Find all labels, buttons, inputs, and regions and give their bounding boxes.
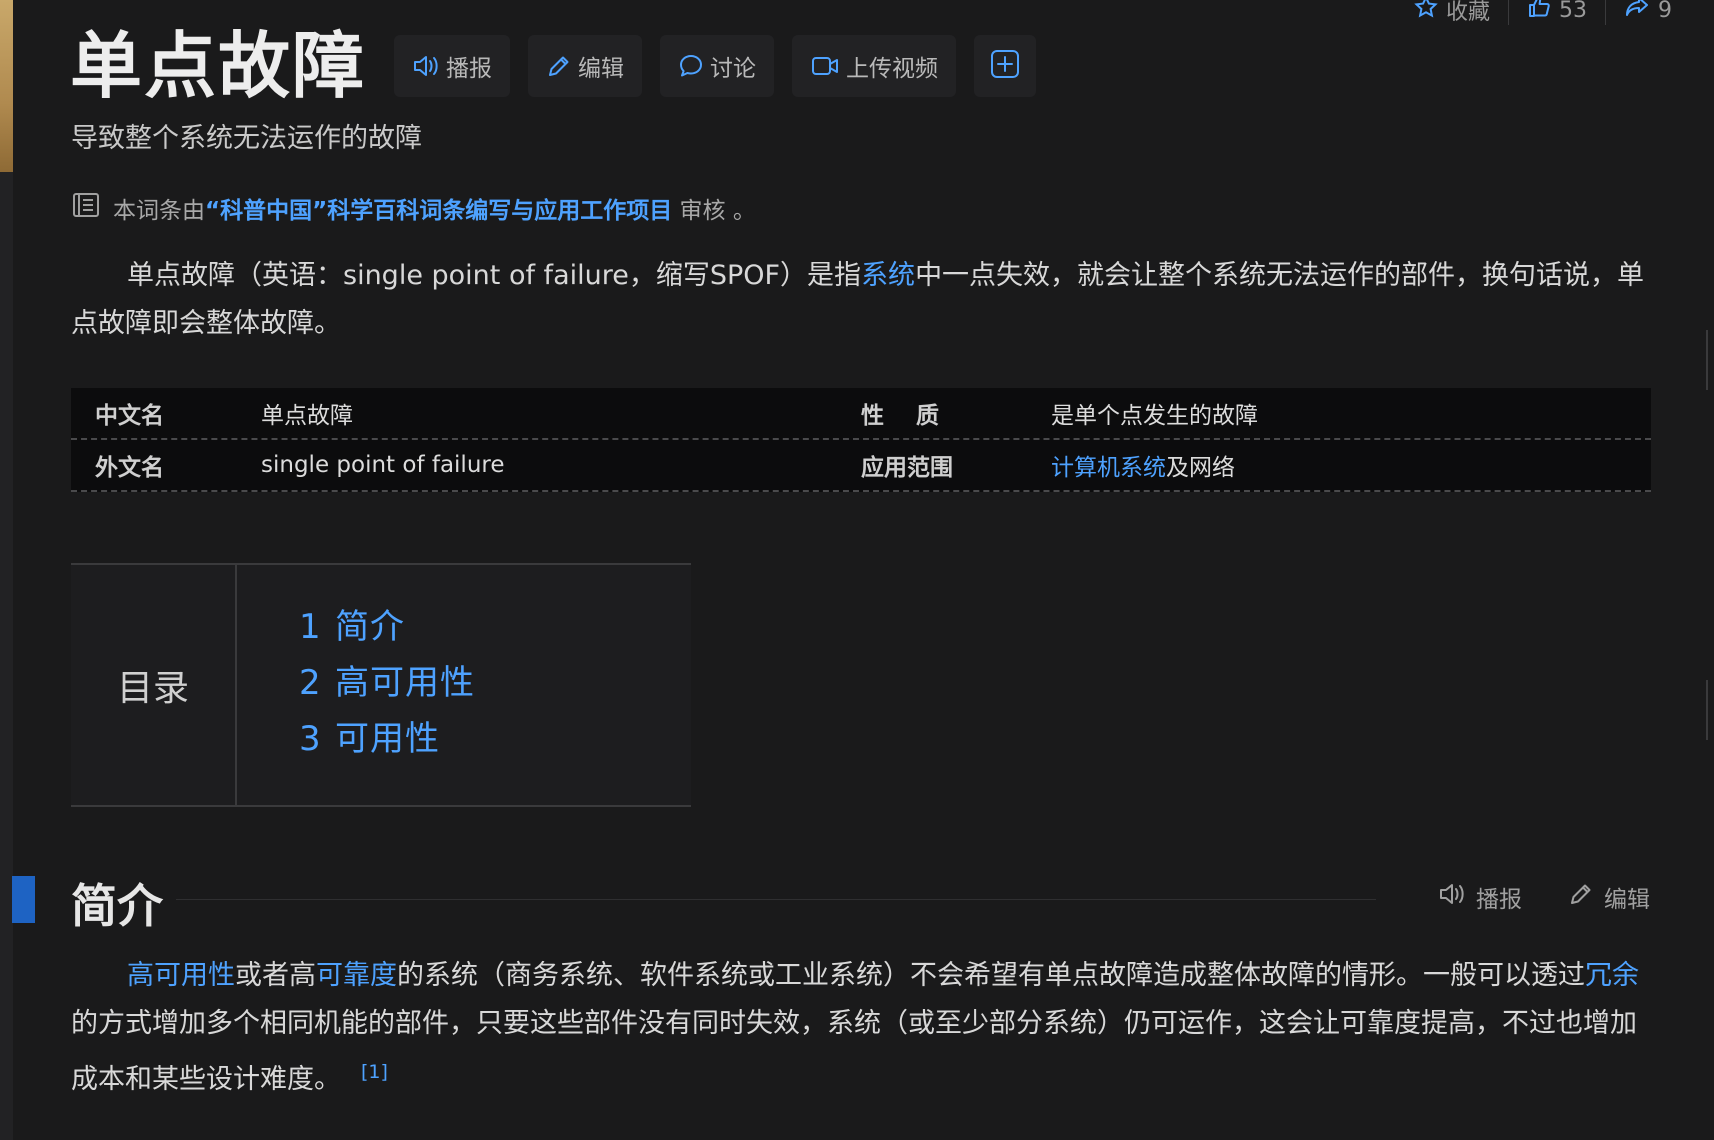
edge-marker [1706, 330, 1714, 390]
info-row: 外文名 single point of failure 应用范围 计算机系统及网… [71, 440, 1651, 492]
pencil-icon [1568, 881, 1594, 913]
right-edge-indicators [1706, 300, 1714, 1100]
intro-text-1: 单点故障（英语：single point of failure，缩写SPOF）是… [127, 260, 862, 291]
info-key: 中文名 [95, 403, 164, 429]
computer-system-link[interactable]: 计算机系统 [1051, 455, 1166, 481]
video-camera-icon [810, 53, 840, 79]
toc-item-title: 高可用性 [335, 663, 475, 703]
toc-item-number: 1 [299, 607, 322, 647]
link-reliability[interactable]: 可靠度 [316, 960, 397, 991]
reference-link[interactable]: [1] [361, 1061, 388, 1083]
link-high-availability[interactable]: 高可用性 [127, 960, 235, 991]
edit-label: 编辑 [578, 56, 625, 82]
intro-paragraph: 单点故障（英语：single point of failure，缩写SPOF）是… [71, 252, 1651, 348]
toc-item-availability[interactable]: 3 可用性 [299, 711, 475, 767]
info-value: 是单个点发生的故障 [1051, 403, 1258, 429]
share-arrow-icon [1624, 0, 1650, 25]
likes-count: 53 [1559, 0, 1587, 23]
info-value: 计算机系统及网络 [1051, 448, 1651, 482]
speaker-icon [1438, 881, 1466, 913]
plus-icon [990, 49, 1020, 83]
info-value: single point of failure [261, 452, 505, 478]
info-key: 外文名 [95, 455, 164, 481]
toc-item-title: 简介 [335, 607, 405, 647]
discuss-label: 讨论 [710, 56, 757, 82]
thumbs-up-icon [1527, 0, 1551, 25]
section-edit-button[interactable]: 编辑 [1568, 880, 1650, 914]
star-icon [1414, 0, 1438, 25]
favorite-label: 收藏 [1445, 0, 1490, 25]
section-tools: 播报 编辑 [1438, 880, 1650, 914]
add-button[interactable] [974, 35, 1037, 97]
discuss-button[interactable]: 讨论 [660, 35, 775, 97]
intro-link-system[interactable]: 系统 [861, 260, 915, 291]
section-marker [12, 876, 35, 923]
chat-bubble-icon [678, 53, 704, 79]
review-prefix: 本词条由 [113, 198, 205, 224]
toc-item-number: 2 [299, 663, 322, 703]
toc-item-intro[interactable]: 1 简介 [299, 599, 475, 655]
page-subtitle: 导致整个系统无法运作的故障 [71, 123, 422, 154]
upload-video-button[interactable]: 上传视频 [792, 35, 957, 97]
section-title: 简介 [71, 879, 163, 933]
speaker-icon [412, 53, 440, 79]
section-paragraph: 高可用性或者高可靠度的系统（商务系统、软件系统或工业系统）不会希望有单点故障造成… [71, 952, 1651, 1104]
review-suffix: 审核 。 [679, 198, 756, 224]
document-icon [71, 190, 101, 226]
info-key: 性 质 [861, 403, 940, 429]
info-value-rest: 及网络 [1166, 455, 1235, 481]
section-text-b: 的系统（商务系统、软件系统或工业系统）不会希望有单点故障造成整体故障的情形。一般… [397, 960, 1585, 991]
review-notice: 本词条由“科普中国”科学百科词条编写与应用工作项目 审核 。 [71, 190, 756, 226]
section-listen-label: 播报 [1476, 887, 1522, 913]
link-redundancy[interactable]: 冗余 [1585, 960, 1639, 991]
edge-marker [1706, 680, 1714, 740]
section-divider [176, 899, 1376, 900]
listen-button[interactable]: 播报 [394, 35, 511, 97]
left-sidebar-strip [0, 0, 13, 1140]
info-value: 单点故障 [261, 403, 353, 429]
info-key: 应用范围 [861, 455, 953, 481]
basic-info-table: 中文名 单点故障 性 质 是单个点发生的故障 外文名 single point … [71, 388, 1651, 492]
section-listen-button[interactable]: 播报 [1438, 880, 1522, 914]
toc-label: 目录 [71, 565, 237, 805]
toc-item-high-availability[interactable]: 2 高可用性 [299, 655, 475, 711]
listen-label: 播报 [446, 56, 493, 82]
page-title: 单点故障 [70, 24, 367, 108]
upload-video-label: 上传视频 [846, 56, 939, 82]
favorite-button[interactable]: 收藏 [1396, 0, 1508, 26]
like-button[interactable]: 53 [1509, 0, 1605, 25]
table-of-contents: 目录 1 简介 2 高可用性 3 可用性 [71, 563, 691, 807]
left-strip-thumbnail [0, 0, 13, 172]
edit-button[interactable]: 编辑 [528, 35, 643, 97]
section-edit-label: 编辑 [1604, 887, 1650, 913]
toc-item-title: 可用性 [335, 719, 440, 759]
info-row: 中文名 单点故障 性 质 是单个点发生的故障 [71, 388, 1651, 440]
section-text-c: 的方式增加多个相同机能的部件，只要这些部件没有同时失效，系统（或至少部分系统）仍… [71, 1008, 1637, 1095]
header: 单点故障 播报 编辑 讨论 上传视频 [70, 24, 1037, 108]
share-button[interactable]: 9 [1606, 0, 1690, 25]
section-text-a: 或者高 [235, 960, 316, 991]
pencil-icon [546, 53, 572, 79]
review-project-link[interactable]: “科普中国”科学百科词条编写与应用工作项目 [205, 198, 672, 224]
top-stats-bar: 收藏 53 9 [1396, 0, 1690, 26]
toc-item-number: 3 [299, 719, 322, 759]
shares-count: 9 [1658, 0, 1672, 23]
toc-list: 1 简介 2 高可用性 3 可用性 [237, 565, 475, 805]
